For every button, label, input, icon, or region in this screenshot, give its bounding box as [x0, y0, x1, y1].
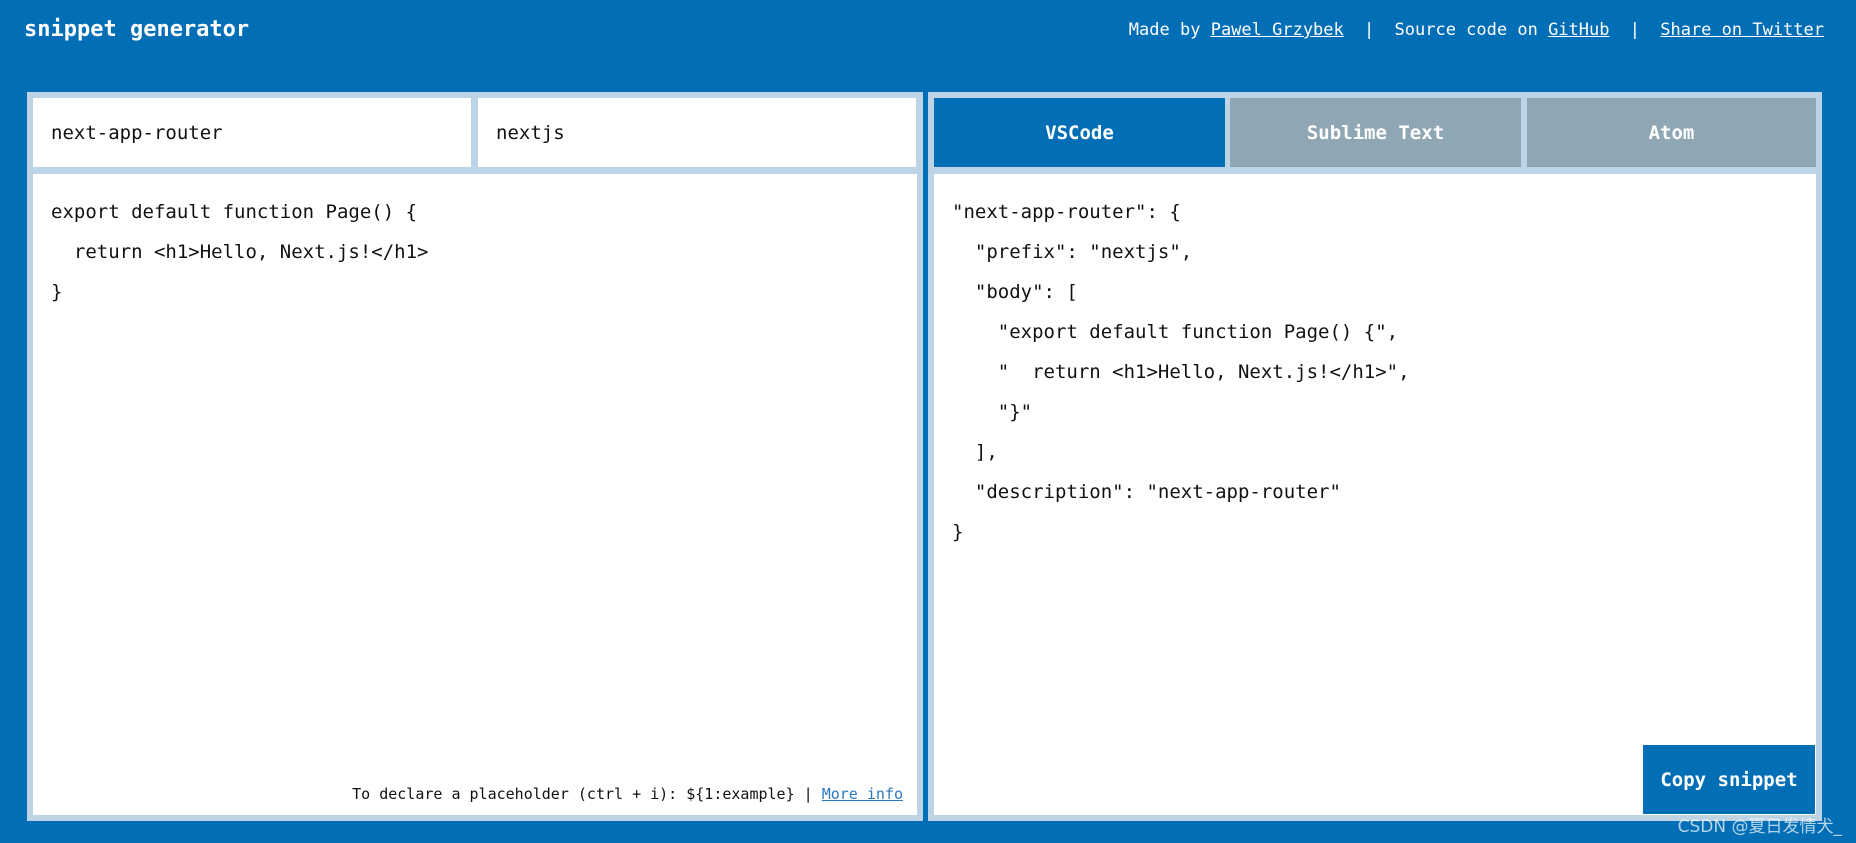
placeholder-hint-text: To declare a placeholder (ctrl + i): ${1… — [352, 785, 813, 803]
twitter-share-link[interactable]: Share on Twitter — [1660, 20, 1824, 40]
tab-vscode[interactable]: VSCode — [934, 98, 1225, 167]
tab-atom[interactable]: Atom — [1527, 98, 1816, 167]
separator: | — [1364, 20, 1375, 40]
snippet-prefix-value: nextjs — [496, 121, 565, 144]
output-line: "next-app-router": { — [952, 201, 1181, 223]
output-panel: VSCode Sublime Text Atom "next-app-route… — [928, 92, 1822, 821]
output-line: "export default function Page() {", — [952, 321, 1399, 343]
output-line: " return <h1>Hello, Next.js!</h1>", — [952, 361, 1410, 383]
github-link[interactable]: GitHub — [1548, 20, 1609, 40]
snippet-name-input[interactable]: next-app-router — [33, 98, 471, 167]
output-line: ], — [952, 441, 998, 463]
watermark: CSDN @夏日发情犬_ — [1677, 817, 1842, 837]
output-line: "body": [ — [952, 281, 1078, 303]
made-by-text: Made by — [1128, 20, 1201, 40]
separator: | — [1629, 20, 1640, 40]
snippet-output: "next-app-router": { "prefix": "nextjs",… — [934, 174, 1816, 815]
snippet-code-editor[interactable]: export default function Page() { return … — [33, 174, 917, 815]
code-line: return <h1>Hello, Next.js!</h1> — [51, 241, 429, 263]
app-header: snippet generator Made by Pawel Grzybek … — [0, 0, 1856, 60]
header-links: Made by Pawel Grzybek | Source code on G… — [1129, 18, 1824, 42]
code-line: } — [51, 281, 63, 303]
snippet-name-value: next-app-router — [51, 121, 223, 144]
editor-panel: next-app-router nextjs export default fu… — [27, 92, 923, 821]
tab-sublime-text[interactable]: Sublime Text — [1230, 98, 1521, 167]
code-line: export default function Page() { — [51, 201, 418, 223]
placeholder-hint: To declare a placeholder (ctrl + i): ${1… — [352, 785, 903, 803]
snippet-prefix-input[interactable]: nextjs — [478, 98, 916, 167]
author-link[interactable]: Pawel Grzybek — [1211, 20, 1344, 40]
output-line: "prefix": "nextjs", — [952, 241, 1193, 263]
output-line: "description": "next-app-router" — [952, 481, 1341, 503]
source-code-text: Source code on — [1394, 20, 1538, 40]
output-line: "}" — [952, 401, 1033, 423]
more-info-link[interactable]: More info — [822, 785, 903, 803]
copy-snippet-button[interactable]: Copy snippet — [1643, 745, 1815, 814]
output-line: } — [952, 521, 964, 543]
app-title: snippet generator — [24, 17, 250, 42]
